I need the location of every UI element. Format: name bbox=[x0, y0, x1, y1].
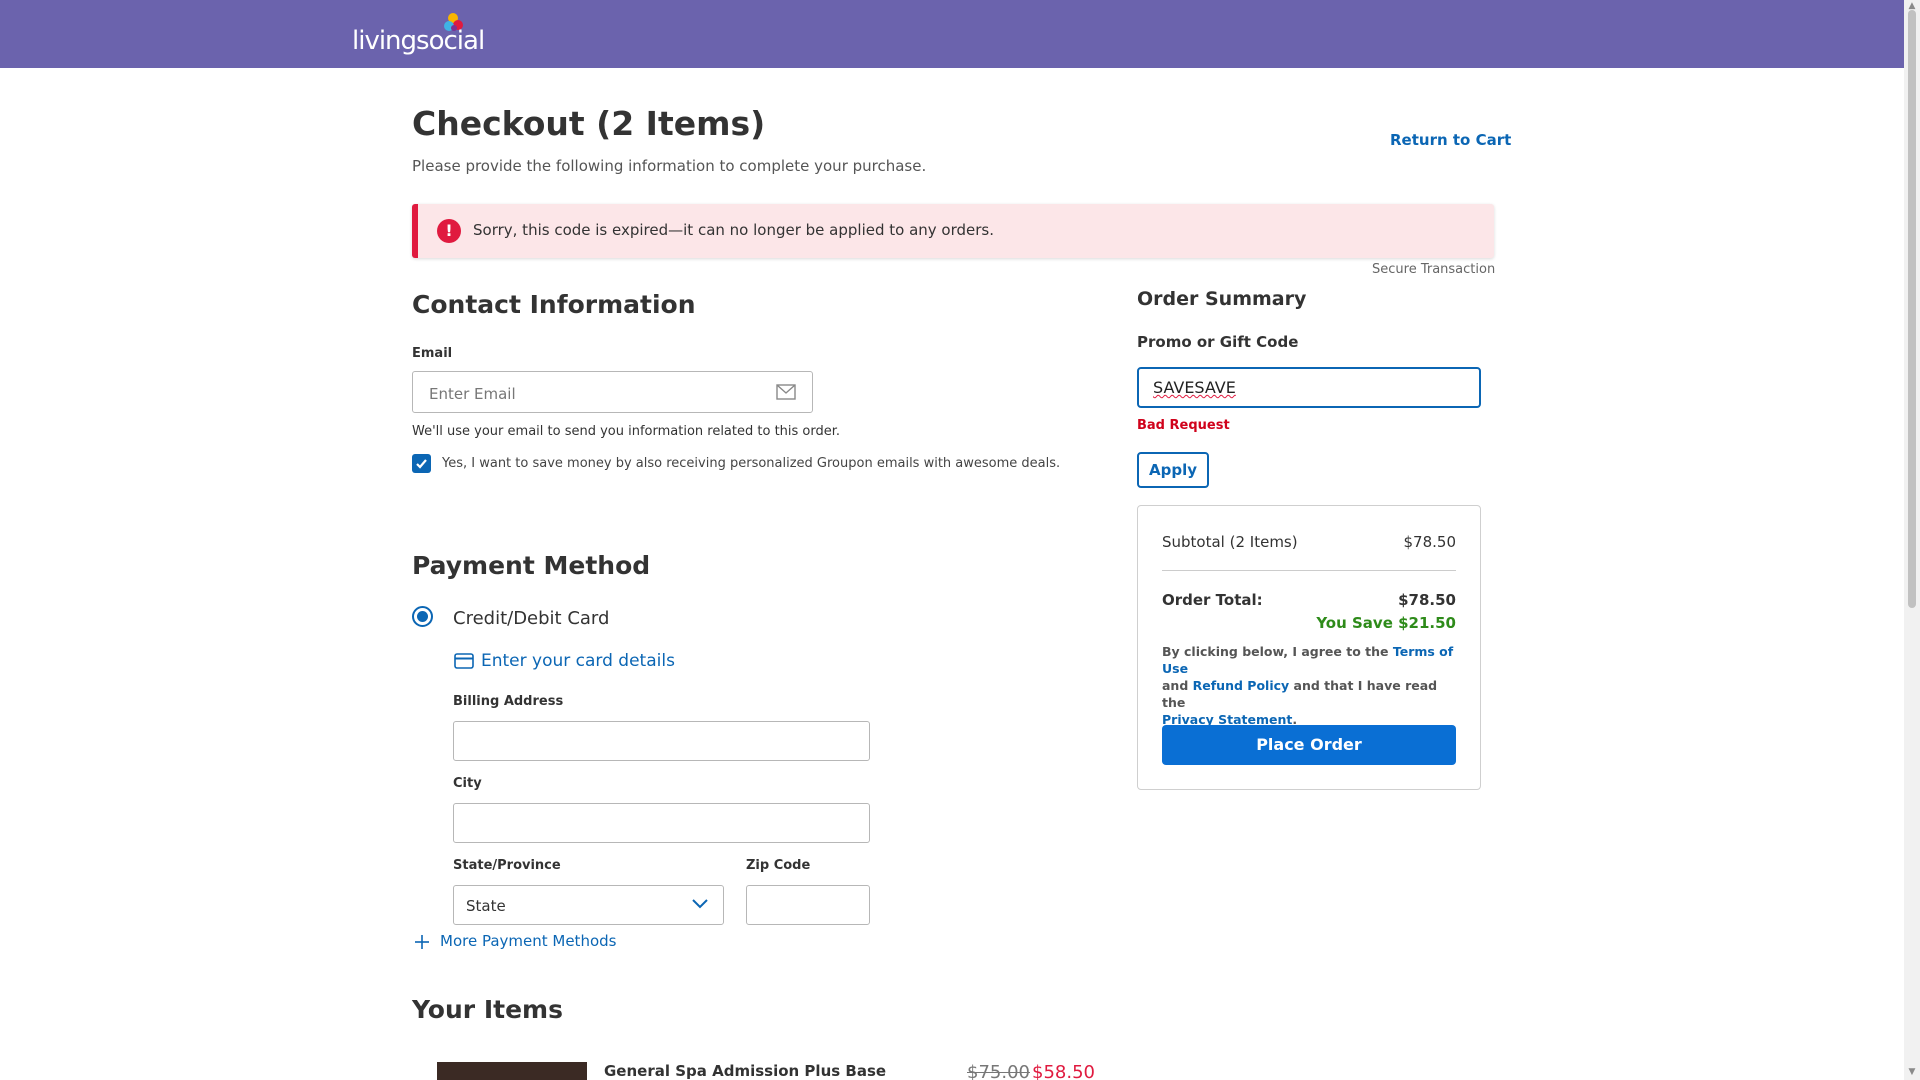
scrollbar-thumb[interactable] bbox=[1908, 10, 1916, 608]
email-note: We'll use your email to send you informa… bbox=[412, 424, 841, 439]
credit-card-icon bbox=[454, 653, 474, 669]
more-payment-methods-link[interactable]: More Payment Methods bbox=[440, 932, 616, 950]
state-select-value: State bbox=[466, 897, 506, 915]
your-items-heading: Your Items bbox=[412, 995, 563, 1024]
billing-address-field[interactable] bbox=[453, 721, 870, 761]
city-field[interactable] bbox=[453, 803, 870, 843]
payment-heading: Payment Method bbox=[412, 551, 651, 580]
city-label: City bbox=[453, 776, 482, 791]
order-total-value: $78.50 bbox=[1398, 591, 1456, 609]
zip-field[interactable] bbox=[746, 885, 870, 925]
place-order-button[interactable]: Place Order bbox=[1162, 725, 1456, 765]
state-label: State/Province bbox=[453, 858, 561, 873]
radio-selected-dot bbox=[417, 611, 428, 622]
page-title: Checkout (2 Items) bbox=[412, 104, 766, 143]
terms-prefix: By clicking below, I agree to the bbox=[1162, 644, 1393, 659]
chevron-down-icon bbox=[692, 899, 708, 909]
exclamation-icon: ! bbox=[437, 219, 461, 243]
email-field[interactable]: Enter Email bbox=[412, 371, 813, 413]
promo-error-text: Bad Request bbox=[1137, 418, 1230, 433]
page-subtitle: Please provide the following information… bbox=[412, 157, 927, 175]
item-original-price: $75.00 bbox=[967, 1062, 1030, 1080]
optin-checkbox[interactable] bbox=[412, 454, 431, 473]
logo-text: livingsocial bbox=[352, 26, 485, 56]
billing-address-label: Billing Address bbox=[453, 694, 564, 709]
order-summary-heading: Order Summary bbox=[1137, 288, 1307, 310]
envelope-icon bbox=[776, 384, 796, 400]
summary-divider bbox=[1162, 570, 1456, 571]
plus-icon bbox=[415, 935, 429, 949]
return-to-cart-link[interactable]: Return to Cart bbox=[1390, 131, 1511, 149]
checkmark-icon bbox=[416, 459, 427, 469]
promo-code-input[interactable]: SAVESAVE bbox=[1137, 367, 1481, 408]
state-select[interactable]: State bbox=[453, 885, 724, 925]
optin-label: Yes, I want to save money by also receiv… bbox=[442, 456, 1061, 471]
terms-agreement-text: By clicking below, I agree to the Terms … bbox=[1162, 643, 1456, 728]
credit-card-label: Credit/Debit Card bbox=[453, 608, 610, 629]
email-label: Email bbox=[412, 346, 453, 361]
subtotal-value: $78.50 bbox=[1403, 533, 1457, 551]
email-placeholder: Enter Email bbox=[429, 385, 516, 403]
error-alert: ! Sorry, this code is expired—it can no … bbox=[412, 204, 1494, 258]
order-total-label: Order Total: bbox=[1162, 591, 1263, 609]
logo-dots-icon bbox=[444, 13, 463, 31]
terms-and: and bbox=[1162, 678, 1193, 693]
zip-label: Zip Code bbox=[746, 858, 811, 873]
item-thumbnail[interactable] bbox=[437, 1062, 587, 1080]
refund-policy-link[interactable]: Refund Policy bbox=[1193, 678, 1290, 693]
secure-transaction-text: Secure Transaction bbox=[1372, 262, 1496, 277]
order-summary-box: Subtotal (2 Items) $78.50 Order Total: $… bbox=[1137, 505, 1481, 790]
promo-code-label: Promo or Gift Code bbox=[1137, 333, 1299, 351]
item-title[interactable]: General Spa Admission Plus Base bbox=[604, 1062, 886, 1080]
contact-heading: Contact Information bbox=[412, 290, 696, 319]
scroll-down-arrow-icon[interactable]: ▼ bbox=[1907, 1068, 1917, 1077]
apply-promo-button[interactable]: Apply bbox=[1137, 452, 1209, 488]
promo-code-value: SAVESAVE bbox=[1153, 378, 1236, 397]
subtotal-label: Subtotal (2 Items) bbox=[1162, 533, 1298, 551]
credit-card-radio[interactable] bbox=[412, 606, 433, 627]
page-scrollbar[interactable]: ▲ ▼ bbox=[1904, 0, 1920, 1080]
top-nav-bar: livingsocial bbox=[0, 0, 1904, 68]
scroll-up-arrow-icon[interactable]: ▲ bbox=[1907, 2, 1917, 11]
alert-message: Sorry, this code is expired—it can no lo… bbox=[473, 221, 995, 239]
item-sale-price: $58.50 bbox=[1032, 1062, 1095, 1080]
enter-card-details-link[interactable]: Enter your card details bbox=[481, 651, 675, 671]
savings-text: You Save $21.50 bbox=[1316, 614, 1456, 632]
